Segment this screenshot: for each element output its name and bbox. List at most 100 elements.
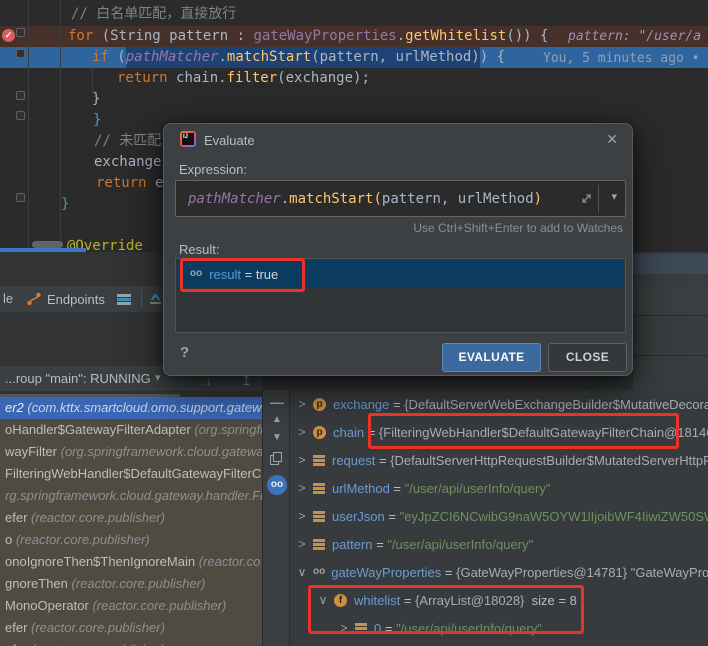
frame-class: er2	[5, 400, 27, 415]
variable-name: userJson	[332, 509, 385, 524]
tab-console-partial[interactable]: le	[3, 291, 13, 306]
text-segment: chain.	[176, 70, 227, 86]
stack-frame-row[interactable]: onoIgnoreThen$ThenIgnoreMain (reactor.co	[0, 551, 262, 573]
text-segment: {DefaultServerWebExchangeBuilder$Mutativ…	[404, 397, 708, 412]
variable-row-gateWayProperties[interactable]: ∨oogateWayProperties = {GateWayPropertie…	[290, 558, 708, 586]
vcs-annotation: You, 5 minutes ago •	[543, 51, 700, 67]
variable-row-request[interactable]: > request = {DefaultServerHttpRequestBuil…	[290, 446, 708, 474]
text-segment: }	[93, 112, 101, 128]
variable-name: chain	[333, 425, 364, 440]
expand-chevron-icon[interactable]: >	[295, 537, 309, 551]
help-icon[interactable]: ?	[180, 344, 189, 361]
stack-frame-row[interactable]: MonoOperator (reactor.core.publisher)	[0, 595, 262, 617]
layout-settings-icon[interactable]	[117, 294, 131, 305]
move-down-icon[interactable]: ▼	[263, 432, 291, 443]
stack-frame-row[interactable]: oHandler$GatewayFilterAdapter (org.sprin…	[0, 419, 262, 441]
value-bars-icon	[355, 623, 367, 634]
fold-marker-icon[interactable]	[16, 193, 25, 202]
stack-frame-row[interactable]: efer (reactor.core.publisher)	[0, 639, 262, 646]
variable-row-exchange[interactable]: >pexchange = {DefaultServerWebExchangeBu…	[290, 390, 708, 418]
expand-chevron-icon[interactable]: >	[295, 481, 309, 495]
expand-chevron-icon[interactable]: >	[295, 509, 309, 523]
fold-marker-icon[interactable]	[16, 91, 25, 100]
stack-frame-row[interactable]: o (reactor.core.publisher)	[0, 529, 262, 551]
ide-screen: ✓ // 白名单匹配，直接放行for (String pattern : gat…	[0, 0, 708, 646]
stack-frame-row[interactable]: gnoreThen (reactor.core.publisher)	[0, 573, 262, 595]
gutter-separator	[28, 0, 29, 250]
expand-icon[interactable]	[580, 192, 593, 210]
variable-name: exchange	[333, 397, 389, 412]
stack-frame-row[interactable]: efer (reactor.core.publisher)	[0, 507, 262, 529]
copy-icon[interactable]	[263, 452, 291, 466]
watches-toggle-icon[interactable]: oo	[263, 474, 291, 495]
move-up-icon[interactable]: ▲	[263, 414, 291, 425]
expand-chevron-icon[interactable]: >	[295, 453, 309, 467]
text-segment: {GateWayProperties@14781}	[456, 565, 631, 580]
rerun-icon[interactable]	[148, 291, 163, 306]
row-separator	[633, 355, 708, 356]
evaluate-button[interactable]: EVALUATE	[442, 343, 541, 372]
breakpoint-icon[interactable]: ✓	[2, 29, 15, 42]
code-line: }	[92, 89, 100, 110]
stack-frame-row[interactable]: er2 (com.kttx.smartcloud.omo.support.gat…	[0, 397, 262, 419]
text-segment: "/user/api/userInfo/query"	[387, 537, 533, 552]
frame-class: MonoOperator	[5, 598, 92, 613]
collapse-icon[interactable]: —	[263, 394, 291, 410]
stack-frame-row[interactable]: wayFilter (org.springframework.cloud.gat…	[0, 441, 262, 463]
evaluate-dialog: IJ Evaluate ✕ Expression: pathMatcher.ma…	[163, 123, 633, 376]
expand-chevron-icon[interactable]: >	[337, 621, 351, 635]
selected-row-edge	[633, 254, 708, 274]
equals-sign: =	[441, 565, 456, 580]
history-dropdown-icon[interactable]: ▾	[611, 190, 617, 203]
chevron-down-icon: ▾	[155, 366, 161, 391]
close-button[interactable]: CLOSE	[548, 343, 627, 372]
text-segment: "/user/api/userInfo/query"	[405, 481, 551, 496]
variable-name: 0	[374, 621, 381, 636]
frame-package: (reactor.co	[199, 554, 261, 569]
expression-input[interactable]: pathMatcher.matchStart(pattern, urlMetho…	[175, 180, 626, 217]
variable-row-urlMethod[interactable]: >urlMethod = "/user/api/userInfo/query"	[290, 474, 708, 502]
stack-frame-row[interactable]: FilteringWebHandler$DefaultGatewayFilter…	[0, 463, 262, 485]
close-icon[interactable]: ✕	[606, 131, 618, 148]
variable-row-whitelist[interactable]: ∨fwhitelist = {ArrayList@18028} size = 8	[290, 586, 708, 614]
text-segment: // 白名单匹配，直接放行	[71, 6, 236, 22]
text-segment: "eyJpZCI6NCwibG9naW5OYW1lIjoibWF4IiwiZW5…	[400, 509, 708, 524]
variable-name: request	[332, 453, 375, 468]
row-separator	[633, 315, 708, 316]
fold-marker-icon[interactable]	[16, 28, 25, 37]
variable-name: urlMethod	[332, 481, 390, 496]
variable-row-userJson[interactable]: >userJson = "eyJpZCI6NCwibG9naW5OYW1lIjo…	[290, 502, 708, 530]
expand-chevron-icon[interactable]: >	[295, 397, 309, 411]
variable-row-0[interactable]: >0 = "/user/api/userInfo/query"	[290, 614, 708, 642]
code-line: if (pathMatcher.matchStart(pattern, urlM…	[92, 47, 505, 68]
result-row[interactable]: oo result = true	[177, 260, 624, 288]
value-bars-icon	[313, 539, 325, 550]
variable-row-chain[interactable]: >pchain = {FilteringWebHandler$DefaultGa…	[290, 418, 708, 446]
result-name: result	[209, 267, 241, 282]
expand-chevron-icon[interactable]: >	[295, 425, 309, 439]
stack-frame-row[interactable]: efer (reactor.core.publisher)	[0, 617, 262, 639]
code-line: return chain.filter(exchange);	[117, 68, 370, 89]
stack-frame-row[interactable]: rg.springframework.cloud.gateway.handler…	[0, 485, 262, 507]
fold-marker-icon[interactable]	[16, 49, 25, 58]
frame-package: (reactor.core.publisher)	[31, 620, 165, 635]
variable-row-pattern[interactable]: >pattern = "/user/api/userInfo/query"	[290, 530, 708, 558]
equals-sign: =	[372, 537, 387, 552]
equals-sign: =	[375, 453, 390, 468]
field-divider	[598, 185, 599, 213]
collapse-chevron-icon[interactable]: ∨	[316, 593, 330, 607]
collapsed-region-pill[interactable]	[32, 241, 63, 248]
p-variable-icon: p	[313, 398, 326, 411]
text-segment: {DefaultServerHttpRequestBuilder$Mutated…	[390, 453, 708, 468]
tab-endpoints[interactable]: Endpoints	[26, 288, 105, 310]
frame-package: (reactor.core.publisher)	[72, 576, 206, 591]
collapse-chevron-icon[interactable]: ∨	[295, 565, 309, 579]
result-value: true	[256, 267, 278, 282]
code-line: }	[61, 194, 69, 215]
intellij-logo-icon: IJ	[180, 131, 196, 147]
text-segment: // 未匹配	[94, 133, 161, 149]
result-list[interactable]: oo result = true	[175, 258, 626, 333]
fold-marker-icon[interactable]	[16, 111, 25, 120]
text-segment: size = 8	[524, 593, 576, 608]
value-bars-icon	[313, 511, 325, 522]
